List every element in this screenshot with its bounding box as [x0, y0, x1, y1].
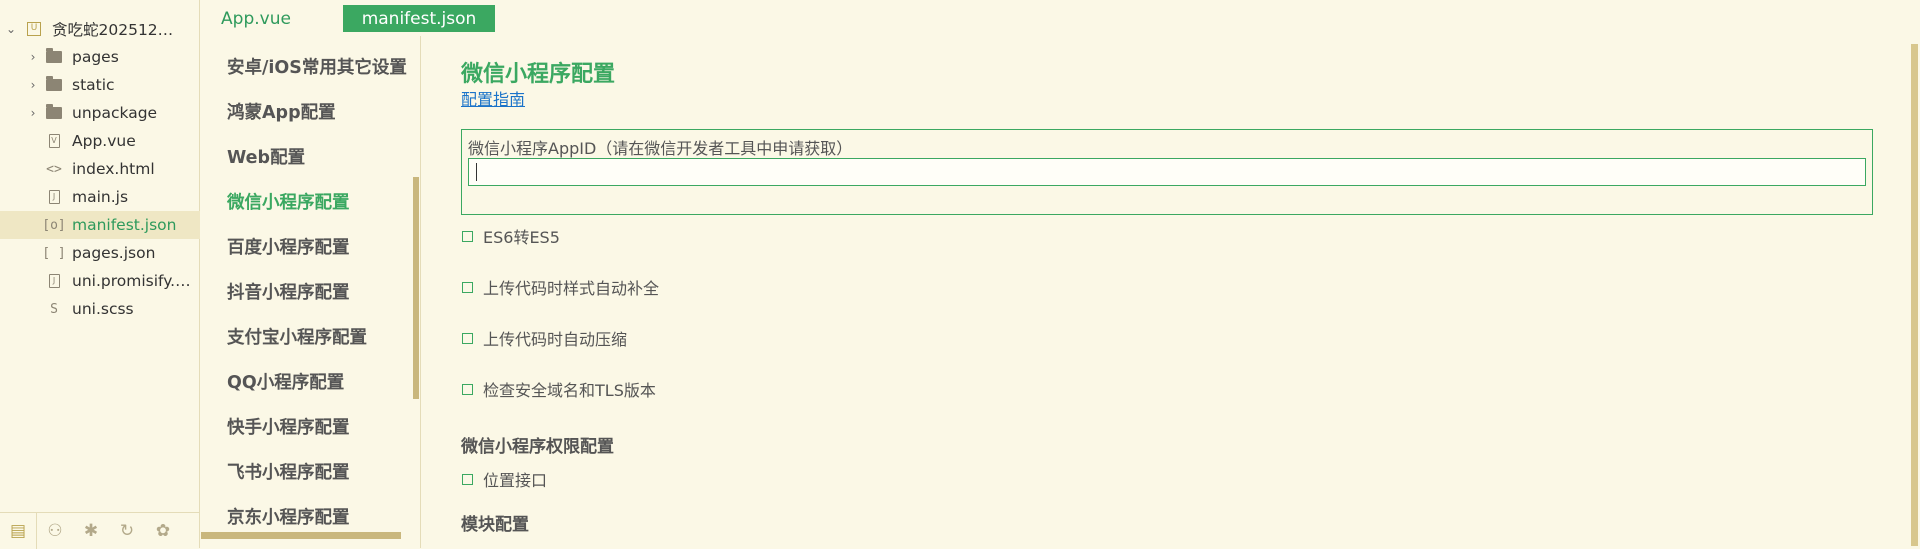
nav-horizontal-scrollbar[interactable]: [201, 532, 401, 539]
tab-manifest-json[interactable]: manifest.json: [343, 5, 495, 32]
option-auto-minify[interactable]: 上传代码时自动压缩: [462, 326, 627, 350]
palette-icon[interactable]: ✿: [145, 513, 181, 549]
settings-nav: 安卓/iOS常用其它设置 鸿蒙App配置 Web配置 微信小程序配置 百度小程序…: [201, 36, 421, 548]
folder-icon: [44, 75, 64, 95]
tree-item-label: static: [72, 76, 115, 94]
tree-item-label: uni.promisify.a...: [72, 272, 197, 290]
folder-icon: [44, 103, 64, 123]
json-file-icon: [ ]: [42, 245, 66, 261]
project-icon: U: [24, 19, 44, 39]
checkbox[interactable]: [462, 281, 473, 293]
chevron-down-icon[interactable]: ⌄: [4, 22, 18, 36]
vue-file-icon: V: [44, 131, 64, 151]
main-vertical-scrollbar[interactable]: [1911, 44, 1918, 546]
nav-item-kuaishou[interactable]: 快手小程序配置: [227, 414, 350, 439]
section-title: 微信小程序配置: [461, 62, 616, 87]
refresh-icon[interactable]: ↻: [109, 513, 145, 549]
nav-item-weixin[interactable]: 微信小程序配置: [227, 189, 350, 214]
tree-item-app-vue[interactable]: V App.vue: [0, 127, 200, 155]
tree-item-label: main.js: [72, 188, 129, 206]
nav-item-douyin[interactable]: 抖音小程序配置: [227, 279, 350, 304]
bug-icon[interactable]: ✱: [73, 513, 109, 549]
checkbox[interactable]: [462, 383, 473, 395]
tree-item-label: manifest.json: [72, 216, 177, 234]
option-label: ES6转ES5: [483, 228, 560, 247]
tree-item-label: pages: [72, 48, 119, 66]
tree-item-main-js[interactable]: J main.js: [0, 183, 200, 211]
appid-label: 微信小程序AppID（请在微信开发者工具中申请获取）: [468, 139, 853, 158]
tree-item-label: uni.scss: [72, 300, 134, 318]
tree-item-uni-promisify[interactable]: J uni.promisify.a...: [0, 267, 200, 295]
nav-item-android-ios[interactable]: 安卓/iOS常用其它设置: [227, 54, 407, 79]
js-file-icon: J: [44, 271, 64, 291]
text-cursor: [476, 163, 477, 181]
html-file-icon: <>: [46, 161, 62, 177]
nav-item-jd[interactable]: 京东小程序配置: [227, 504, 350, 529]
modules-heading: 模块配置: [461, 515, 529, 535]
js-file-icon: J: [44, 187, 64, 207]
chevron-right-icon[interactable]: ›: [26, 50, 40, 64]
tab-app-vue[interactable]: App.vue: [221, 5, 291, 32]
tree-item-uni-scss[interactable]: S uni.scss: [0, 295, 200, 323]
permissions-heading: 微信小程序权限配置: [461, 437, 614, 457]
binoculars-icon[interactable]: ⚇: [37, 513, 73, 549]
nav-item-web[interactable]: Web配置: [227, 144, 305, 169]
project-name: 贪吃蛇20251229: [52, 21, 177, 39]
tree-project-root[interactable]: ⌄ U 贪吃蛇20251229: [0, 15, 200, 43]
option-check-domain-tls[interactable]: 检查安全域名和TLS版本: [462, 377, 656, 401]
nav-item-qq[interactable]: QQ小程序配置: [227, 369, 344, 394]
tree-item-index-html[interactable]: <> index.html: [0, 155, 200, 183]
tree-item-pages-json[interactable]: [ ] pages.json: [0, 239, 200, 267]
tree-item-pages[interactable]: › pages: [0, 43, 200, 71]
option-es6-to-es5[interactable]: ES6转ES5: [462, 224, 560, 248]
nav-item-harmony[interactable]: 鸿蒙App配置: [227, 99, 336, 124]
scss-file-icon: S: [50, 301, 58, 317]
checkbox[interactable]: [462, 332, 473, 344]
tree-item-manifest-json[interactable]: [o] manifest.json: [0, 211, 200, 239]
folder-icon: [44, 47, 64, 67]
checkbox[interactable]: [462, 230, 473, 242]
tree-item-label: index.html: [72, 160, 155, 178]
tree-item-label: App.vue: [72, 132, 136, 150]
nav-item-feishu[interactable]: 飞书小程序配置: [227, 459, 350, 484]
nav-item-alipay[interactable]: 支付宝小程序配置: [227, 324, 367, 349]
tree-item-label: unpackage: [72, 104, 158, 122]
nav-item-baidu[interactable]: 百度小程序配置: [227, 234, 350, 259]
option-label: 上传代码时样式自动补全: [483, 279, 660, 298]
chevron-right-icon[interactable]: ›: [26, 106, 40, 120]
chevron-right-icon[interactable]: ›: [26, 78, 40, 92]
file-tree-panel: ⌄ U 贪吃蛇20251229 › pages › static › unpac…: [0, 0, 200, 549]
tree-item-label: pages.json: [72, 244, 156, 262]
option-style-autocomplete[interactable]: 上传代码时样式自动补全: [462, 275, 659, 299]
tree-item-unpackage[interactable]: › unpackage: [0, 99, 200, 127]
option-label: 位置接口: [483, 471, 548, 490]
tree-item-static[interactable]: › static: [0, 71, 200, 99]
project-explorer-icon[interactable]: ▤: [0, 512, 37, 549]
appid-input[interactable]: [468, 158, 1866, 186]
option-label: 检查安全域名和TLS版本: [483, 381, 656, 400]
nav-vertical-scrollbar[interactable]: [413, 177, 419, 399]
config-guide-link[interactable]: 配置指南: [461, 86, 525, 110]
option-label: 上传代码时自动压缩: [483, 330, 628, 349]
permission-location[interactable]: 位置接口: [462, 467, 547, 491]
bottom-toolbar: ▤ ⚇ ✱ ↻ ✿: [0, 512, 200, 549]
editor-tab-bar: App.vue manifest.json: [201, 0, 1920, 36]
manifest-file-icon: [o]: [42, 217, 66, 233]
checkbox[interactable]: [462, 473, 473, 485]
